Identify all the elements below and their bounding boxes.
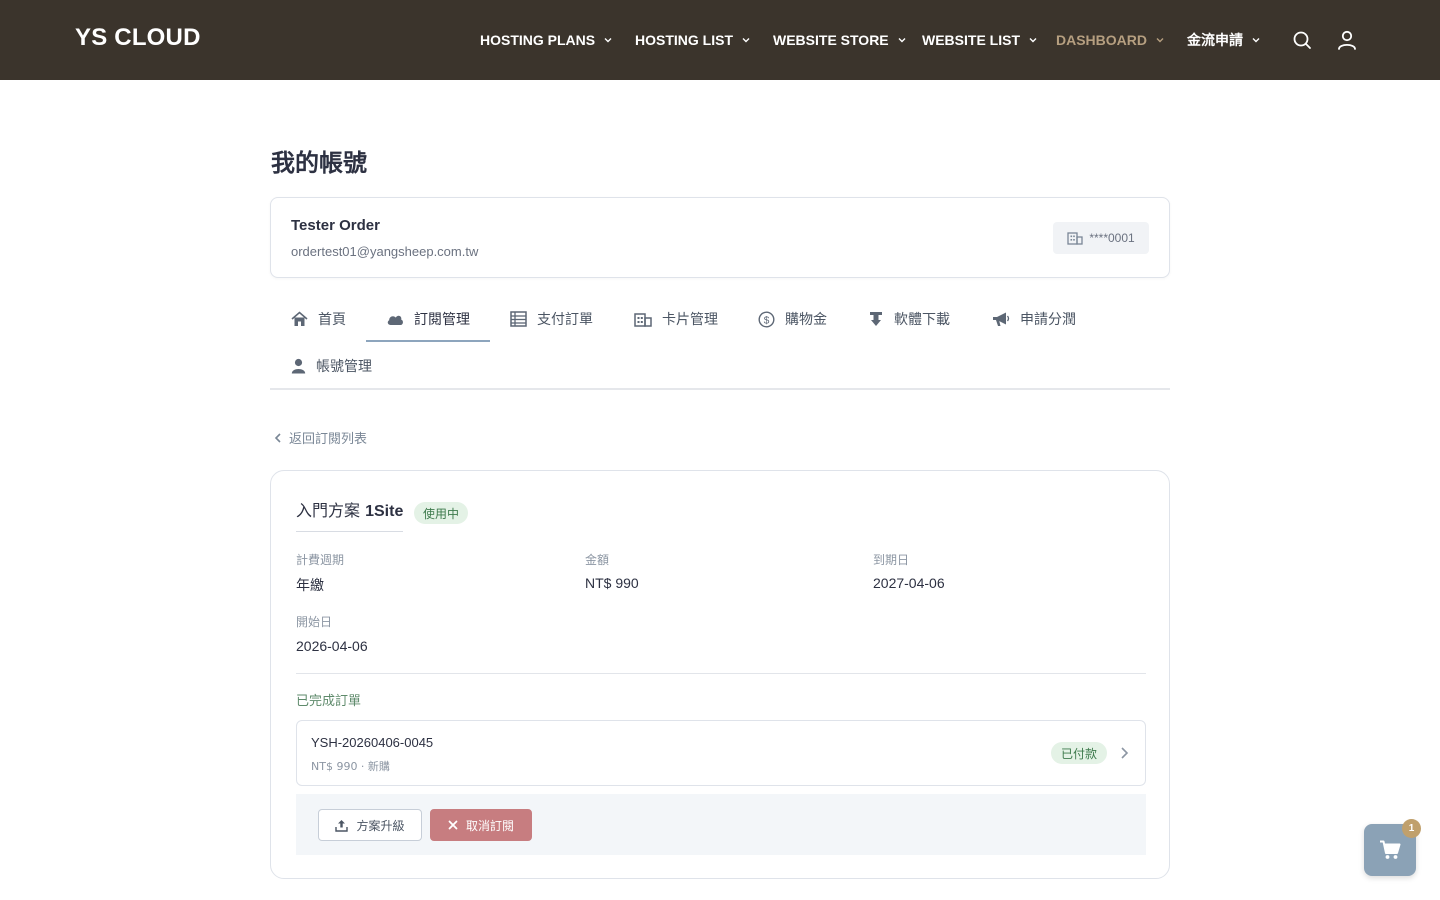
nav-label: WEBSITE STORE [773,32,889,48]
order-meta: NT$ 990 · 新購 [311,760,390,773]
billing-cycle-label: 計費週期 [296,553,345,567]
completed-orders-title: 已完成訂單 [296,694,362,709]
building-icon [634,312,652,327]
billing-cycle-value: 年繳 [296,577,324,593]
nav-label: DASHBOARD [1056,32,1147,48]
upload-icon [335,819,349,832]
start-date-value: 2026-04-06 [296,638,368,654]
svg-text:$: $ [764,315,770,326]
chevron-right-icon [1121,747,1129,759]
tab-label: 購物金 [785,312,827,328]
nav-payment-apply[interactable]: 金流申請 [1187,31,1261,49]
nav-website-store[interactable]: WEBSITE STORE [773,31,907,49]
list-icon [510,311,527,327]
upgrade-plan-label: 方案升級 [356,818,405,833]
expiry-label: 到期日 [873,553,910,567]
tab-card-management[interactable]: 卡片管理 [634,296,718,342]
cart-icon [1380,840,1401,859]
user-card: Tester Order ordertest01@yangsheep.com.t… [270,197,1170,278]
order-row[interactable]: YSH-20260406-0045 NT$ 990 · 新購 已付款 [296,720,1146,786]
paid-status-badge: 已付款 [1050,742,1107,764]
cloud-icon [387,315,403,325]
upgrade-plan-button[interactable]: 方案升級 [318,809,422,841]
tab-revenue-share[interactable]: 申請分潤 [992,296,1076,342]
back-to-subscriptions-link[interactable]: 返回訂閱列表 [273,428,367,447]
chevron-down-icon [1252,38,1260,43]
chevron-down-icon [604,38,612,43]
building-icon [1067,232,1083,245]
order-id: YSH-20260406-0045 [311,735,434,750]
user-icon[interactable] [1335,28,1359,52]
nav-label: WEBSITE LIST [922,32,1020,48]
nav-dashboard[interactable]: DASHBOARD [1056,31,1165,49]
tab-label: 支付訂單 [537,312,593,328]
account-number-badge: ****0001 [1053,222,1149,254]
tab-label: 軟體下載 [894,312,950,328]
tab-subscriptions[interactable]: 訂閱管理 [366,296,490,342]
tab-account-management[interactable]: 帳號管理 [291,343,372,389]
chevron-down-icon [1029,38,1037,43]
tab-label: 帳號管理 [316,359,372,375]
download-icon [870,312,882,326]
cancel-subscription-button[interactable]: 取消訂閱 [430,809,532,841]
nav-label: HOSTING PLANS [480,32,596,48]
cart-count-badge: 1 [1402,819,1421,838]
chevron-down-icon [898,38,906,43]
plan-name-bold: 1Site [365,503,404,520]
plan-name-prefix: 入門方案 [296,501,361,520]
status-badge: 使用中 [414,502,469,524]
action-bar: 方案升級 取消訂閱 [296,794,1146,855]
divider [296,673,1146,674]
subscription-card: 入門方案 1Site 使用中 計費週期 年繳 金額 NT$ 990 到期日 20… [270,470,1170,879]
cancel-subscription-label: 取消訂閱 [465,818,514,833]
tab-label: 首頁 [318,312,346,328]
nav-label: HOSTING LIST [635,32,733,48]
chevron-down-icon [742,38,750,43]
brand-logo[interactable]: YS CLOUD [75,24,201,52]
tab-label: 申請分潤 [1020,312,1076,328]
search-icon[interactable] [1290,28,1314,52]
tab-label: 訂閱管理 [414,312,470,328]
tab-payment-orders[interactable]: 支付訂單 [510,296,593,342]
amount-label: 金額 [585,553,610,567]
nav-label: 金流申請 [1187,32,1243,48]
back-link-label: 返回訂閱列表 [289,432,368,447]
close-icon [448,820,458,830]
expiry-value: 2027-04-06 [873,575,945,591]
account-tabs: 首頁 訂閱管理 支付訂單 卡片管理 $ 購物金 軟體下載 申請分潤 帳號管理 [270,296,1170,390]
user-email: ordertest01@yangsheep.com.tw [291,244,479,259]
tab-shopping-credit[interactable]: $ 購物金 [758,296,827,342]
user-icon [291,358,306,374]
tab-home[interactable]: 首頁 [291,296,346,342]
user-name: Tester Order [291,217,380,234]
chevron-left-icon [274,432,281,443]
tab-label: 卡片管理 [662,312,718,328]
top-navbar: YS CLOUD HOSTING PLANS HOSTING LIST WEBS… [0,0,1440,80]
home-icon [291,311,308,326]
start-date-label: 開始日 [296,615,333,629]
amount-value: NT$ 990 [585,575,639,591]
dollar-icon: $ [758,310,775,328]
chevron-down-icon [1156,38,1164,43]
nav-hosting-plans[interactable]: HOSTING PLANS [480,31,613,49]
page-title: 我的帳號 [271,149,367,177]
nav-website-list[interactable]: WEBSITE LIST [922,31,1038,49]
account-number: ****0001 [1089,231,1135,245]
megaphone-icon [993,312,1010,326]
tab-software-download[interactable]: 軟體下載 [868,296,950,342]
nav-hosting-list[interactable]: HOSTING LIST [635,31,751,49]
plan-title: 入門方案 1Site [296,497,404,532]
